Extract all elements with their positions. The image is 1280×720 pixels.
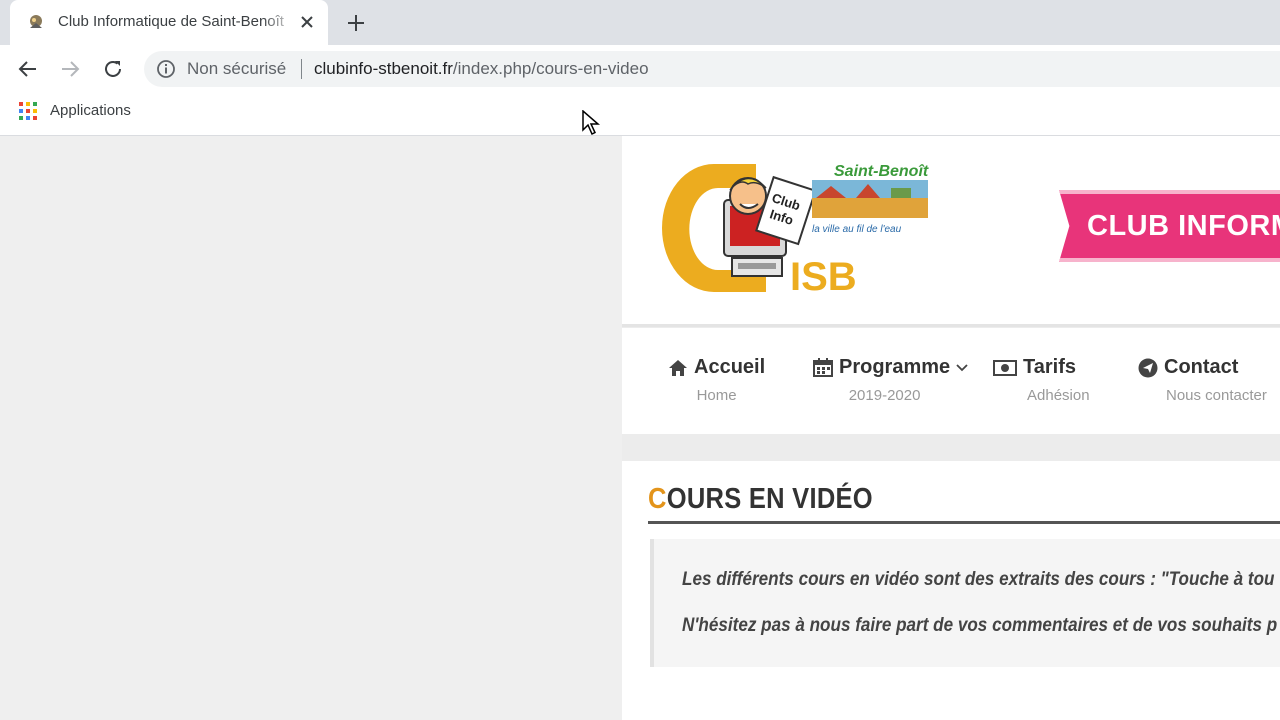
main-content: COURS EN VIDÉO Les différents cours en v… <box>622 461 1280 720</box>
website-container: Club Info ISB Saint-Benoît la ville au f… <box>622 136 1280 720</box>
menu-sub-programme: 2019-2020 <box>848 387 921 404</box>
money-icon <box>993 359 1017 376</box>
menu-sub-contact: Nous contacter <box>1166 387 1267 404</box>
menu-label-programme: Programme <box>839 356 951 378</box>
tab-title: Club Informatique de Saint-Benoît <box>58 13 284 30</box>
reload-icon[interactable] <box>101 57 125 81</box>
club-logo[interactable]: Club Info ISB Saint-Benoît la ville au f… <box>656 160 946 300</box>
url-text[interactable]: clubinfo-stbenoit.fr/index.php/cours-en-… <box>314 59 649 79</box>
intro-notice: Les différents cours en vidéo sont des e… <box>650 539 1280 667</box>
info-icon[interactable] <box>156 59 176 79</box>
calendar-icon <box>813 358 833 377</box>
url-path: /index.php/cours-en-video <box>452 59 649 78</box>
logo-town-name: Saint-Benoît <box>834 163 929 180</box>
forward-arrow-icon[interactable] <box>58 57 82 81</box>
page-background-left <box>0 136 622 720</box>
page-title: COURS EN VIDÉO <box>648 483 873 516</box>
address-bar[interactable]: Non sécurisé clubinfo-stbenoit.fr/index.… <box>144 51 1280 87</box>
menu-item-tarifs[interactable]: Tarifs Adhésion <box>993 356 1090 404</box>
browser-tab[interactable]: Club Informatique de Saint-Benoît <box>10 0 328 45</box>
chevron-down-icon <box>956 363 968 371</box>
close-tab-icon[interactable] <box>298 13 316 31</box>
banner-text: CLUB INFORM <box>1087 210 1280 242</box>
intro-paragraph-1: Les différents cours en vidéo sont des e… <box>682 569 1275 590</box>
menu-label-accueil: Accueil <box>694 356 766 378</box>
menu-sub-tarifs: Adhésion <box>1027 387 1090 404</box>
page-title-rest: OURS EN VIDÉO <box>666 483 873 515</box>
apps-bookmark-label[interactable]: Applications <box>50 102 131 119</box>
logo-tagline: la ville au fil de l'eau <box>812 224 902 235</box>
back-arrow-icon[interactable] <box>16 57 40 81</box>
browser-toolbar: Non sécurisé clubinfo-stbenoit.fr/index.… <box>0 45 1280 93</box>
title-underline <box>648 521 1280 524</box>
menu-label-contact: Contact <box>1164 356 1239 378</box>
menu-label-tarifs: Tarifs <box>1023 356 1076 378</box>
menu-item-accueil[interactable]: Accueil Home <box>668 356 765 404</box>
site-header: Club Info ISB Saint-Benoît la ville au f… <box>622 136 1280 327</box>
intro-paragraph-2: N'hésitez pas à nous faire part de vos c… <box>682 615 1278 636</box>
menu-sub-accueil: Home <box>696 387 737 404</box>
page-title-first-letter: C <box>648 483 667 515</box>
new-tab-icon[interactable] <box>344 11 368 35</box>
site-favicon-icon <box>30 15 42 28</box>
menu-item-contact[interactable]: Contact Nous contacter <box>1138 356 1267 404</box>
club-banner: CLUB INFORM <box>1059 190 1280 262</box>
url-host: clubinfo-stbenoit.fr <box>314 59 453 78</box>
main-menu: Accueil Home Programme 2019-2020 Tarifs … <box>622 328 1280 434</box>
logo-acronym: ISB <box>790 255 857 299</box>
apps-grid-icon[interactable] <box>19 102 37 120</box>
menu-item-programme[interactable]: Programme 2019-2020 <box>813 356 968 404</box>
security-status[interactable]: Non sécurisé <box>187 59 286 79</box>
home-icon <box>669 359 687 376</box>
mouse-cursor-icon <box>582 110 600 136</box>
send-icon <box>1138 358 1158 377</box>
bookmarks-bar: Applications <box>0 93 1280 136</box>
browser-tabstrip: Club Informatique de Saint-Benoît <box>0 0 1280 45</box>
omnibox-divider <box>301 59 302 79</box>
